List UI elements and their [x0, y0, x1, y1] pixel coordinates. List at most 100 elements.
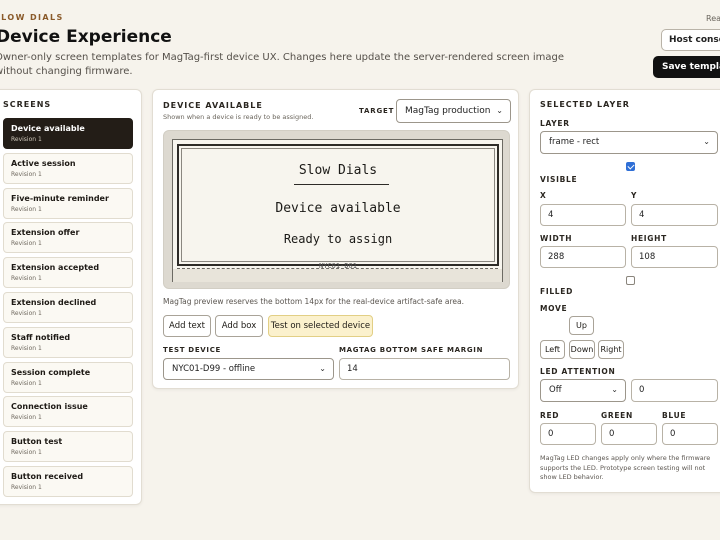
page-title: Device Experience	[0, 27, 172, 47]
top-link[interactable]: Ready	[706, 14, 720, 23]
screen-item-name: Button received	[11, 472, 84, 481]
width-input[interactable]: 288	[540, 246, 626, 268]
frame-rect-layer[interactable]: Slow Dials Device available Ready to ass…	[177, 144, 499, 270]
screen-item[interactable]: Session complete Revision 1	[3, 361, 133, 393]
move-left-button[interactable]: Left	[540, 340, 565, 359]
preview-heading[interactable]: Device available	[179, 201, 497, 216]
screen-item-revision: Revision 1	[11, 170, 42, 178]
visible-checkbox[interactable]	[626, 162, 635, 171]
preview-subheading[interactable]: Ready to assign	[179, 232, 497, 246]
move-right-button[interactable]: Right	[598, 340, 624, 359]
editor-subtitle: Shown when a device is ready to be assig…	[163, 113, 314, 121]
screen-item-revision: Revision 1	[11, 205, 42, 213]
height-input[interactable]: 108	[631, 246, 718, 268]
green-label: GREEN	[601, 411, 633, 420]
chevron-down-icon: ⌄	[496, 106, 503, 115]
y-label: Y	[631, 191, 638, 200]
screen-item[interactable]: Active session Revision 1	[3, 152, 133, 184]
test-device-select[interactable]: NYC01-D99 - offline ⌄	[163, 358, 334, 380]
red-input[interactable]: 0	[540, 423, 596, 445]
y-input[interactable]: 4	[631, 204, 718, 226]
brand-label: SLOW DIALS	[0, 13, 64, 22]
test-on-device-button[interactable]: Test on selected device	[268, 315, 373, 337]
add-box-button[interactable]: Add box	[215, 315, 263, 337]
move-label: MOVE	[540, 304, 568, 313]
save-templates-button[interactable]: Save templates	[653, 56, 720, 78]
screen-item-name: Five-minute reminder	[11, 193, 109, 203]
red-label: RED	[540, 411, 560, 420]
x-label: X	[540, 191, 547, 200]
safe-margin-input[interactable]: 14	[339, 358, 510, 380]
screen-item[interactable]: Extension declined Revision 1	[3, 292, 133, 323]
screen-preview-canvas: Slow Dials Device available Ready to ass…	[163, 130, 510, 289]
layer-select-value: frame - rect	[549, 137, 600, 147]
led-note: MagTag LED changes apply only where the …	[540, 454, 711, 481]
move-up-button[interactable]: Up	[569, 316, 594, 335]
screen-item-name: Connection issue	[11, 402, 88, 412]
screen-item-name: Extension offer	[11, 228, 80, 238]
layer-label: LAYER	[540, 119, 570, 128]
page-description: Owner-only screen templates for MagTag-f…	[0, 52, 564, 77]
screen-item-revision: Revision 1	[11, 449, 42, 457]
editor-title: DEVICE AVAILABLE	[163, 101, 263, 110]
screen-item[interactable]: Button received Revision 1	[3, 466, 133, 497]
screen-item-name: Extension declined	[11, 298, 97, 307]
filled-checkbox[interactable]	[626, 276, 635, 285]
screen-item-revision: Revision 1	[11, 484, 42, 491]
screen-item[interactable]: Device available Revision 1	[3, 118, 133, 149]
target-select-value: MagTag production	[405, 106, 491, 116]
host-console-button[interactable]: Host console	[661, 29, 720, 51]
target-label: TARGET	[359, 107, 395, 115]
height-label: HEIGHT	[631, 234, 667, 243]
layer-select[interactable]: frame - rect ⌄	[540, 131, 718, 154]
screen-item-name: Active session	[11, 158, 76, 168]
screen-item-name: Session complete	[11, 367, 91, 377]
screen-item-revision: Revision 1	[11, 136, 42, 143]
width-label: WIDTH	[540, 234, 573, 243]
screens-label: SCREENS	[3, 100, 52, 109]
safe-margin-line	[177, 268, 498, 269]
screen-item-revision: Revision 1	[11, 414, 42, 422]
preview-title-underline	[294, 184, 389, 185]
screen-item[interactable]: Button test Revision 1	[3, 431, 133, 463]
led-mode-value: Off	[549, 385, 562, 395]
move-down-button[interactable]: Down	[569, 340, 595, 359]
target-select[interactable]: MagTag production ⌄	[396, 99, 511, 123]
screen-item[interactable]: Extension offer Revision 1	[3, 222, 133, 254]
selected-layer-panel: SELECTED LAYER LAYER frame - rect ⌄ VISI…	[529, 89, 720, 493]
blue-label: BLUE	[662, 411, 687, 420]
chevron-down-icon: ⌄	[319, 364, 326, 373]
screen-item-revision: Revision 1	[11, 275, 42, 283]
screen-item-name: Button test	[11, 437, 63, 447]
led-mode-select[interactable]: Off ⌄	[540, 379, 626, 402]
preview-title[interactable]: Slow Dials	[179, 163, 497, 178]
preview-note: MagTag preview reserves the bottom 14px …	[163, 297, 464, 306]
add-text-button[interactable]: Add text	[163, 315, 211, 337]
blue-input[interactable]: 0	[662, 423, 718, 445]
screen-item-name: Device available	[11, 124, 85, 133]
screen-item[interactable]: Staff notified Revision 1	[3, 326, 133, 358]
screen-item[interactable]: Extension accepted Revision 1	[3, 257, 133, 289]
green-input[interactable]: 0	[601, 423, 657, 445]
screen-item-revision: Revision 1	[11, 379, 42, 387]
editor-panel: DEVICE AVAILABLE Shown when a device is …	[152, 89, 519, 389]
magtag-display[interactable]: Slow Dials Device available Ready to ass…	[172, 139, 503, 282]
x-input[interactable]: 4	[540, 204, 626, 226]
screen-item-revision: Revision 1	[11, 310, 42, 317]
filled-label: FILLED	[540, 287, 574, 296]
screens-panel: SCREENS Device available Revision 1 Active…	[0, 89, 142, 505]
test-device-value: NYC01-D99 - offline	[172, 364, 256, 374]
screen-item-name: Extension accepted	[11, 263, 100, 273]
artifact-safe-area	[173, 269, 502, 282]
chevron-down-icon: ⌄	[611, 385, 618, 394]
screen-item[interactable]: Five-minute reminder Revision 1	[3, 187, 133, 219]
selected-layer-title: SELECTED LAYER	[540, 100, 630, 109]
visible-label: VISIBLE	[540, 175, 578, 184]
screen-item-revision: Revision 1	[11, 344, 42, 352]
led-value-input[interactable]: 0	[631, 379, 718, 402]
screen-item[interactable]: Connection issue Revision 1	[3, 396, 133, 428]
led-attention-label: LED ATTENTION	[540, 367, 616, 376]
test-device-label: TEST DEVICE	[163, 346, 222, 354]
safe-margin-label: MAGTAG BOTTOM SAFE MARGIN	[339, 346, 484, 354]
chevron-down-icon: ⌄	[703, 137, 710, 146]
